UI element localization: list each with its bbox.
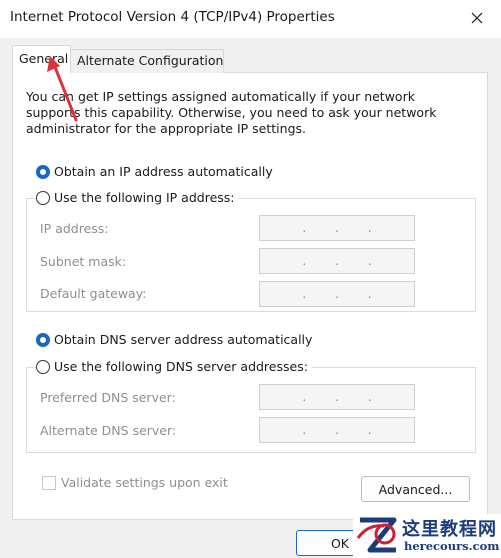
validate-settings-checkbox[interactable]: Validate settings upon exit bbox=[42, 475, 228, 490]
obtain-ip-auto-radio[interactable]: Obtain an IP address automatically bbox=[36, 164, 273, 179]
ip-address-field[interactable]: ... bbox=[259, 215, 415, 241]
window-title: Internet Protocol Version 4 (TCP/IPv4) P… bbox=[10, 9, 335, 25]
ip-address-label: IP address: bbox=[40, 221, 109, 236]
preferred-dns-field[interactable]: ... bbox=[259, 384, 415, 410]
watermark-site-url: herecours.com bbox=[404, 539, 500, 553]
watermark-logo-icon bbox=[356, 517, 397, 553]
tab-general[interactable]: General bbox=[12, 45, 71, 73]
obtain-ip-auto-label: Obtain an IP address automatically bbox=[54, 164, 273, 179]
validate-settings-label: Validate settings upon exit bbox=[61, 475, 228, 490]
use-following-dns-radio[interactable]: Use the following DNS server addresses: bbox=[36, 359, 312, 374]
radio-unselected-icon bbox=[36, 190, 50, 205]
use-following-ip-radio[interactable]: Use the following IP address: bbox=[36, 190, 239, 205]
close-icon bbox=[471, 12, 483, 24]
obtain-dns-auto-label: Obtain DNS server address automatically bbox=[54, 332, 313, 347]
default-gateway-field[interactable]: ... bbox=[259, 281, 415, 307]
watermark-site-name: 这里教程网 bbox=[402, 519, 497, 540]
tab-alternate-configuration[interactable]: Alternate Configuration bbox=[70, 49, 224, 73]
advanced-button[interactable]: Advanced... bbox=[361, 476, 470, 502]
alternate-dns-field[interactable]: ... bbox=[259, 417, 415, 443]
checkbox-icon bbox=[42, 475, 56, 490]
alternate-dns-label: Alternate DNS server: bbox=[40, 423, 177, 438]
description-text: You can get IP settings assigned automat… bbox=[26, 89, 437, 136]
tab-alternate-label: Alternate Configuration bbox=[77, 53, 224, 68]
radio-unselected-icon bbox=[36, 359, 50, 374]
use-following-dns-label: Use the following DNS server addresses: bbox=[54, 359, 308, 374]
subnet-mask-field[interactable]: ... bbox=[259, 248, 415, 274]
tab-general-label: General bbox=[19, 51, 69, 66]
default-gateway-label: Default gateway: bbox=[40, 286, 147, 301]
radio-selected-icon bbox=[36, 164, 50, 179]
preferred-dns-label: Preferred DNS server: bbox=[40, 390, 176, 405]
close-button[interactable] bbox=[462, 4, 492, 32]
use-following-ip-label: Use the following IP address: bbox=[54, 190, 235, 205]
subnet-mask-label: Subnet mask: bbox=[40, 254, 127, 269]
obtain-dns-auto-radio[interactable]: Obtain DNS server address automatically bbox=[36, 332, 312, 347]
radio-selected-icon bbox=[36, 332, 50, 347]
